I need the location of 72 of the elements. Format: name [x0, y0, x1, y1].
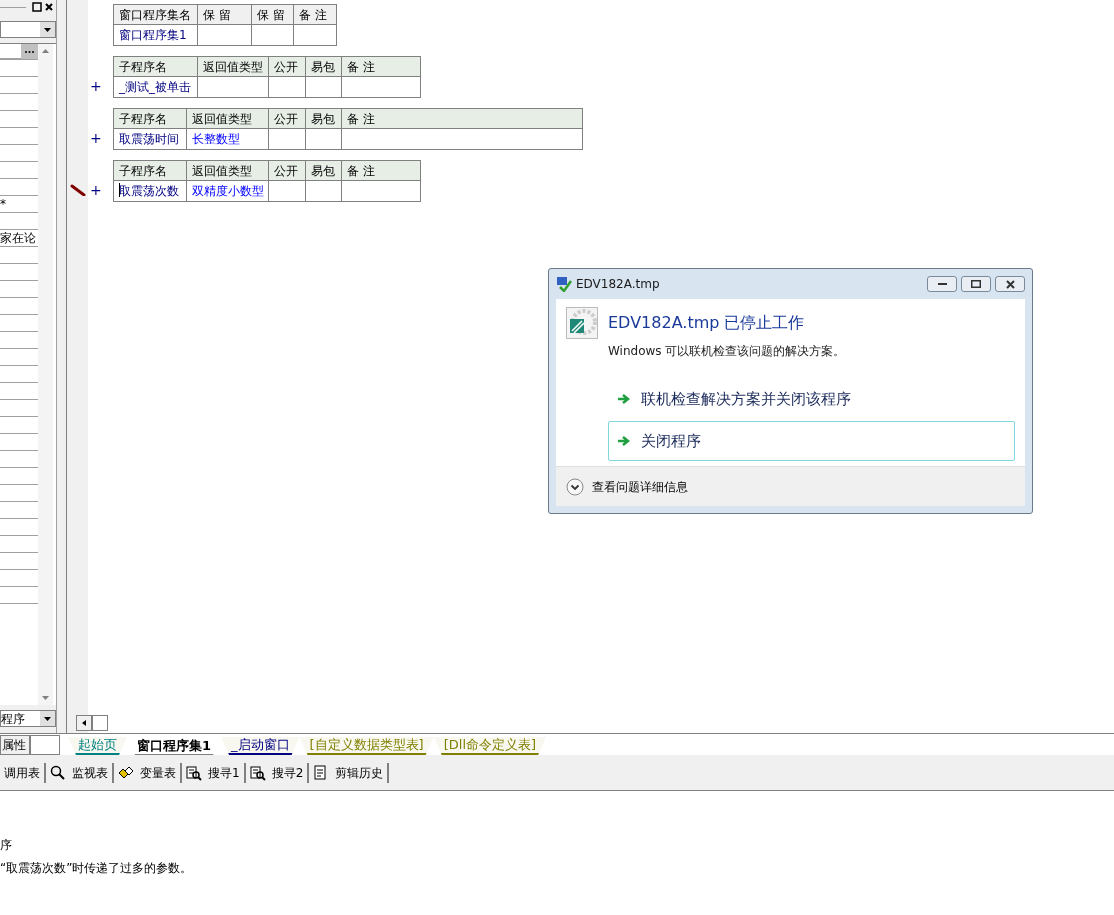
document-search-icon: [249, 764, 266, 781]
app-logo-icon: [566, 307, 598, 339]
column-header: 子程序名: [114, 161, 187, 180]
minimize-button[interactable]: [927, 276, 957, 292]
expand-marker[interactable]: +: [90, 77, 102, 95]
table-cell: _测试_被单击: [114, 77, 198, 97]
scroll-left-button[interactable]: [76, 715, 92, 731]
window-title: EDV182A.tmp: [576, 276, 661, 293]
table-cell: 双精度小数型: [187, 181, 269, 201]
column-header: 返回值类型: [187, 109, 269, 128]
expand-chevron-icon: [566, 477, 584, 496]
property-value: *: [0, 198, 6, 210]
toolbar-button[interactable]: 调用表: [0, 762, 46, 783]
output-line: 序: [0, 837, 13, 853]
document-tab[interactable]: 起始页: [68, 737, 127, 755]
document-search-icon: [186, 764, 202, 781]
app-icon: [556, 276, 572, 292]
property-value: 家在论: [0, 232, 36, 244]
scroll-left-icon: [80, 719, 88, 727]
column-header: 备 注: [346, 162, 376, 180]
close-button[interactable]: [995, 276, 1025, 292]
column-header: 备 注: [346, 110, 376, 128]
document-tab[interactable]: _启动窗口: [221, 737, 300, 755]
column-header: 易包: [306, 161, 342, 180]
close-icon: [1005, 279, 1015, 289]
command-link[interactable]: 关闭程序: [608, 421, 1015, 461]
toolbar-button[interactable]: 搜寻1: [182, 762, 246, 783]
column-header: 公开: [269, 57, 306, 76]
expand-marker[interactable]: +: [90, 181, 102, 199]
document-tab[interactable]: [自定义数据类型表]: [299, 737, 434, 755]
maximize-icon: [32, 2, 42, 12]
dialog-heading: EDV182A.tmp 已停止工作: [608, 312, 805, 334]
toolbar-button[interactable]: 搜寻2: [245, 762, 310, 783]
toolbar-button[interactable]: 变量表: [114, 762, 182, 783]
panel-tab[interactable]: 属性: [0, 735, 30, 755]
table-cell: 窗口程序集1: [114, 25, 198, 45]
details-button[interactable]: 查看问题详细信息: [566, 477, 688, 496]
column-header: 返回值类型: [187, 161, 269, 180]
column-header: 备 注: [346, 58, 376, 76]
object-combo[interactable]: [0, 21, 56, 38]
toolbar-button[interactable]: 监视表: [46, 762, 114, 783]
document-tab[interactable]: [Dll命令定义表]: [433, 737, 547, 755]
table-cell: 取震荡时间: [114, 129, 187, 149]
variables-icon: [118, 764, 134, 781]
toolbar-button[interactable]: 剪辑历史: [309, 762, 390, 783]
close-icon: [44, 2, 54, 12]
search-icon: [50, 764, 66, 781]
maximize-icon: [971, 280, 981, 288]
column-header: 易包: [306, 57, 342, 76]
arrow-icon: [617, 435, 631, 447]
column-header: 保 留: [198, 5, 252, 24]
column-header: 子程序名: [114, 57, 198, 76]
scroll-thumb[interactable]: [92, 715, 108, 731]
expand-marker[interactable]: +: [90, 129, 102, 147]
bottom-combo[interactable]: 程序: [0, 710, 56, 727]
column-header: 易包: [306, 109, 342, 128]
column-header: 子程序名: [114, 109, 187, 128]
column-header: 公开: [269, 161, 306, 180]
command-link[interactable]: 联机检查解决方案并关闭该程序: [608, 379, 1015, 419]
ellipsis-button-icon: [21, 44, 38, 59]
column-header: 窗口程序集名: [114, 5, 198, 24]
column-header: 返回值类型: [198, 57, 269, 76]
maximize-button[interactable]: [961, 276, 991, 292]
column-header: 公开: [269, 109, 306, 128]
column-header: 备 注: [298, 6, 328, 24]
minimize-icon: [937, 283, 947, 285]
panel-tab[interactable]: [30, 735, 60, 755]
output-line: “取震荡次数”时传递了过多的参数。: [0, 860, 194, 876]
column-header: 保 留: [252, 5, 294, 24]
table-cell: 长整数型: [187, 129, 269, 149]
dialog-message: Windows 可以联机检查该问题的解决方案。: [607, 343, 847, 360]
arrow-icon: [617, 393, 631, 405]
